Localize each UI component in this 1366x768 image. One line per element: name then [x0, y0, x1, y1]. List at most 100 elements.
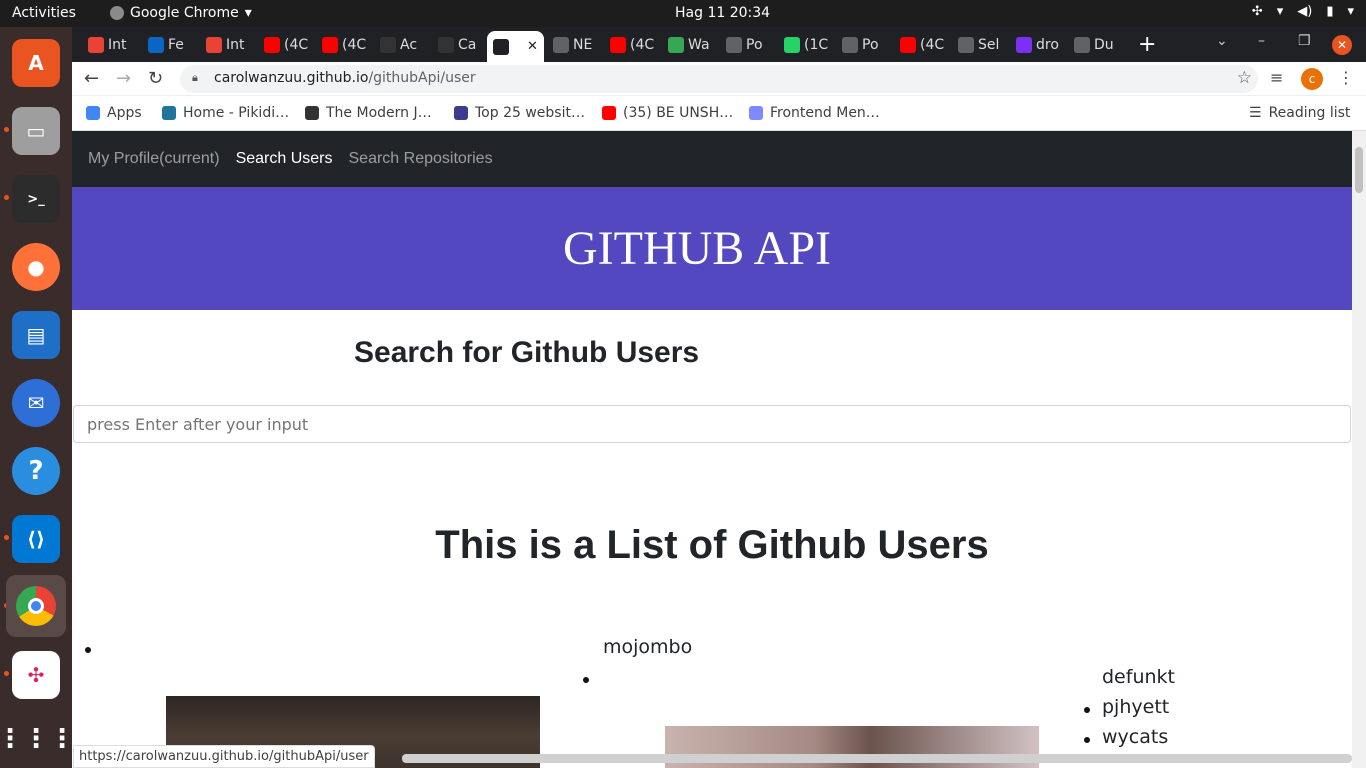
browser-tab[interactable]: (4C [604, 31, 654, 58]
clock[interactable]: Hag 11 20:34 [675, 5, 770, 21]
thunderbird-icon[interactable]: ✉ [12, 379, 60, 427]
browser-tab[interactable]: (1C [778, 31, 828, 58]
tab-label: Int [226, 36, 245, 53]
browser-tab[interactable]: Ac [374, 31, 417, 58]
close-tab-icon[interactable]: ✕ [527, 39, 538, 54]
globe-icon [553, 36, 569, 53]
browser-tab[interactable]: Du [1068, 31, 1114, 58]
firefox-icon[interactable]: ● [12, 243, 60, 291]
browser-tab[interactable]: (4C [894, 31, 944, 58]
battery-icon[interactable]: ▮ [1326, 4, 1333, 19]
bookmark-item[interactable]: Home - Pikidi… [162, 105, 289, 121]
tab-label: (4C [284, 36, 309, 53]
running-indicator [4, 671, 9, 676]
username-mojombo[interactable]: mojombo [603, 636, 692, 658]
tab-label: Du [1094, 36, 1114, 53]
chrome-icon [110, 6, 124, 20]
globe-icon [1074, 36, 1090, 53]
libreoffice-writer-icon[interactable]: ▤ [12, 311, 60, 359]
slack-icon[interactable]: ✣ [12, 651, 60, 699]
browser-tab[interactable]: (4C [258, 31, 308, 58]
browser-tab[interactable]: Int [200, 31, 245, 58]
horizontal-scrollbar[interactable] [402, 754, 1352, 763]
browser-tab[interactable]: dro [1010, 31, 1059, 58]
reading-list-label: Reading list [1268, 105, 1351, 121]
h-icon [1016, 36, 1032, 53]
chrome-dock-icon[interactable] [6, 575, 66, 637]
files-icon[interactable]: ▭ [12, 107, 60, 155]
address-bar[interactable]: 🔒︎ carolwanzuu.github.io/githubApi/user … [180, 65, 1258, 93]
app-menu[interactable]: Google Chrome ▾ [110, 5, 252, 21]
running-indicator [4, 535, 9, 540]
tab-label: Int [108, 36, 127, 53]
nav-search-repositories[interactable]: Search Repositories [349, 150, 493, 168]
browser-tab[interactable]: (4C [316, 31, 366, 58]
volume-icon[interactable]: ◀) [1297, 4, 1312, 19]
wifi-icon[interactable]: ▾ [1277, 4, 1284, 19]
list-bullet [85, 647, 91, 653]
github-icon [438, 36, 454, 53]
power-menu-icon[interactable]: ▾ [1347, 4, 1354, 19]
scrollbar-thumb[interactable] [1355, 147, 1363, 193]
software-center-icon[interactable]: A [12, 39, 60, 87]
tab-label: Po [862, 36, 879, 53]
bookmark-label: Home - Pikidi… [183, 105, 290, 121]
search-users-input[interactable] [73, 405, 1351, 443]
username-defunkt[interactable]: defunkt [1102, 666, 1175, 688]
media-control-icon[interactable]: ≡ [1270, 68, 1283, 87]
close-window-button[interactable]: ✕ [1332, 35, 1352, 55]
reload-button[interactable]: ↻ [148, 68, 163, 89]
page-content: My Profile(current) Search Users Search … [72, 131, 1352, 768]
nav-search-users[interactable]: Search Users [236, 150, 333, 168]
browser-tab[interactable]: ✕ [487, 31, 544, 62]
bookmark-item[interactable]: The Modern J… [305, 105, 432, 121]
new-tab-button[interactable]: + [1138, 32, 1156, 57]
more-menu-icon[interactable]: ⋮ [1338, 68, 1354, 87]
nav-my-profile[interactable]: My Profile(current) [88, 150, 220, 168]
browser-tab[interactable]: Wa [662, 31, 710, 58]
chevron-down-icon: ▾ [244, 5, 252, 21]
youtube-icon [610, 36, 626, 53]
activities-button[interactable]: Activities [12, 5, 76, 21]
reading-list-icon: ☰ [1249, 105, 1262, 121]
minimize-button[interactable]: – [1258, 33, 1265, 49]
bookmark-star-icon[interactable]: ☆ [1237, 68, 1252, 88]
globe-icon [842, 36, 858, 53]
browser-tab[interactable]: Sel [952, 31, 999, 58]
browser-tab[interactable]: Po [836, 31, 879, 58]
username-pjhyett[interactable]: pjhyett [1102, 696, 1169, 718]
tab-label: (4C [630, 36, 655, 53]
bookmark-item[interactable]: Frontend Men… [749, 105, 880, 121]
list-bullet [583, 677, 589, 683]
browser-tab[interactable]: Int [82, 31, 127, 58]
bookmark-item[interactable]: (35) BE UNSH… [602, 105, 733, 121]
lock-icon[interactable]: 🔒︎ [192, 71, 198, 85]
wordpress-icon [162, 106, 176, 120]
show-apps-icon[interactable]: ⋮⋮⋮ [0, 715, 75, 763]
system-tray[interactable]: ✣ ▾ ◀) ▮ ▾ [1252, 4, 1354, 19]
bookmark-item[interactable]: Apps [86, 105, 142, 121]
restore-button[interactable]: ❐ [1298, 33, 1311, 49]
site-navbar: My Profile(current) Search Users Search … [72, 131, 1352, 187]
search-title: Search for Github Users [354, 336, 700, 369]
terminal-icon[interactable]: >_ [12, 175, 60, 223]
vscode-icon[interactable]: ⟨⟩ [12, 515, 60, 563]
browser-tab[interactable]: Fe [142, 31, 184, 58]
globe-icon [958, 36, 974, 53]
help-icon[interactable]: ? [12, 447, 60, 495]
username-wycats[interactable]: wycats [1102, 726, 1168, 748]
profile-avatar[interactable]: c [1301, 68, 1323, 90]
list-title: This is a List of Github Users [435, 523, 989, 567]
reading-list-button[interactable]: ☰ Reading list [1249, 105, 1350, 121]
browser-tab[interactable]: Ca [432, 31, 476, 58]
browser-tab[interactable]: Po [720, 31, 763, 58]
tab-label: dro [1036, 36, 1059, 53]
forward-button[interactable]: → [116, 68, 131, 89]
bookmark-item[interactable]: Top 25 websit… [454, 105, 585, 121]
back-button[interactable]: ← [84, 68, 99, 89]
slack-tray-icon[interactable]: ✣ [1252, 4, 1263, 19]
browser-tab[interactable]: NE [547, 31, 592, 58]
list-bullet [1084, 707, 1090, 713]
tab-search-icon[interactable]: ⌄ [1216, 33, 1228, 49]
vertical-scrollbar[interactable] [1352, 131, 1366, 768]
